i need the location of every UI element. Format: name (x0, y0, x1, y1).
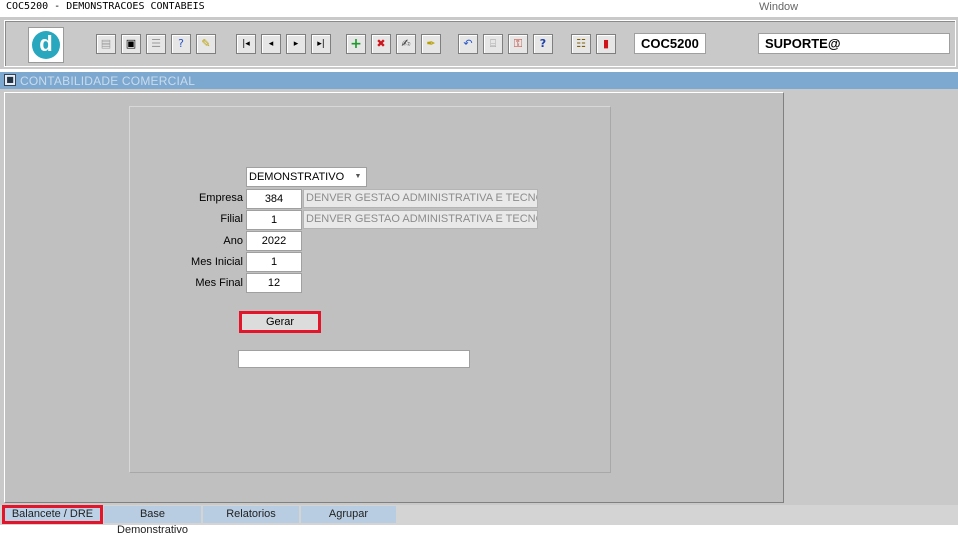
delete-icon[interactable]: ✖ (371, 34, 391, 54)
filial-name-field: DENVER GESTAO ADMINISTRATIVA E TECNOLOG (303, 210, 538, 229)
tab-balancete-dre[interactable]: Balancete / DRE (2, 505, 103, 524)
report-type-value: DEMONSTRATIVO (249, 171, 345, 183)
status-field (238, 350, 470, 368)
empresa-label: Empresa (198, 192, 243, 204)
tab-agrupar[interactable]: Agrupar (301, 506, 396, 523)
menu-bar: COC5200 - DEMONSTRACOES CONTABEIS Window (0, 0, 958, 16)
save-icon[interactable]: ▤ (96, 34, 116, 54)
query-exec-icon[interactable]: ✎ (196, 34, 216, 54)
insert-icon[interactable]: + (346, 34, 366, 54)
key-icon[interactable]: ⚿ (508, 34, 528, 54)
app-title: COC5200 - DEMONSTRACOES CONTABEIS (6, 1, 205, 12)
ano-label: Ano (223, 235, 243, 247)
window-menu[interactable]: Window (759, 1, 798, 13)
filial-code-field[interactable]: 1 (246, 210, 302, 230)
print-icon[interactable]: ☰ (146, 34, 166, 54)
logo: d (28, 27, 64, 63)
gerar-button[interactable]: Gerar (239, 311, 321, 333)
program-code-field: COC5200 (634, 33, 706, 54)
help-icon[interactable]: ? (533, 34, 553, 54)
tab-base-demonstrativo[interactable]: Base Demonstrativo (104, 506, 201, 536)
mes-final-field[interactable]: 12 (246, 273, 302, 293)
undo-icon[interactable]: ↶ (458, 34, 478, 54)
mes-final-label: Mes Final (195, 277, 243, 289)
form-frame (129, 106, 611, 473)
ano-field[interactable]: 2022 (246, 231, 302, 251)
last-record-icon[interactable]: ▸| (311, 34, 331, 54)
window-icon[interactable]: ▣ (121, 34, 141, 54)
filial-label: Filial (220, 213, 243, 225)
report-type-select[interactable]: DEMONSTRATIVO ▼ (246, 167, 367, 187)
first-record-icon[interactable]: |◂ (236, 34, 256, 54)
prev-record-icon[interactable]: ◂ (261, 34, 281, 54)
empresa-name-field: DENVER GESTAO ADMINISTRATIVA E TECNOLOG (303, 189, 538, 208)
toolbar: d ▤ ▣ ☰ ? ✎ |◂ ◂ ▸ ▸| + ✖ ✍ ✒ ↶ ⌸ ⚿ ? ☷ … (0, 17, 958, 69)
next-record-icon[interactable]: ▸ (286, 34, 306, 54)
tab-bar: Balancete / DRE Base Demonstrativo Relat… (0, 505, 958, 536)
query-icon[interactable]: ? (171, 34, 191, 54)
mes-inicial-label: Mes Inicial (191, 256, 243, 268)
window-title: CONTABILIDADE COMERCIAL (20, 74, 196, 88)
edit-icon[interactable]: ✍ (396, 34, 416, 54)
chevron-down-icon[interactable]: ▼ (351, 169, 365, 185)
mes-inicial-field[interactable]: 1 (246, 252, 302, 272)
copy-icon[interactable]: ⌸ (483, 34, 503, 54)
exit-icon[interactable]: ▮ (596, 34, 616, 54)
form-canvas: DEMONSTRATIVO ▼ Empresa 384 DENVER GESTA… (4, 92, 784, 503)
logo-icon: d (32, 31, 60, 59)
main-area: DEMONSTRATIVO ▼ Empresa 384 DENVER GESTA… (0, 89, 958, 505)
document-icon[interactable]: ☷ (571, 34, 591, 54)
empresa-code-field[interactable]: 384 (246, 189, 302, 209)
window-icon[interactable]: ■ (4, 74, 16, 86)
clear-icon[interactable]: ✒ (421, 34, 441, 54)
user-field: SUPORTE@ (758, 33, 950, 54)
tab-relatorios[interactable]: Relatorios (203, 506, 299, 523)
window-caption: ■ CONTABILIDADE COMERCIAL (0, 72, 958, 89)
